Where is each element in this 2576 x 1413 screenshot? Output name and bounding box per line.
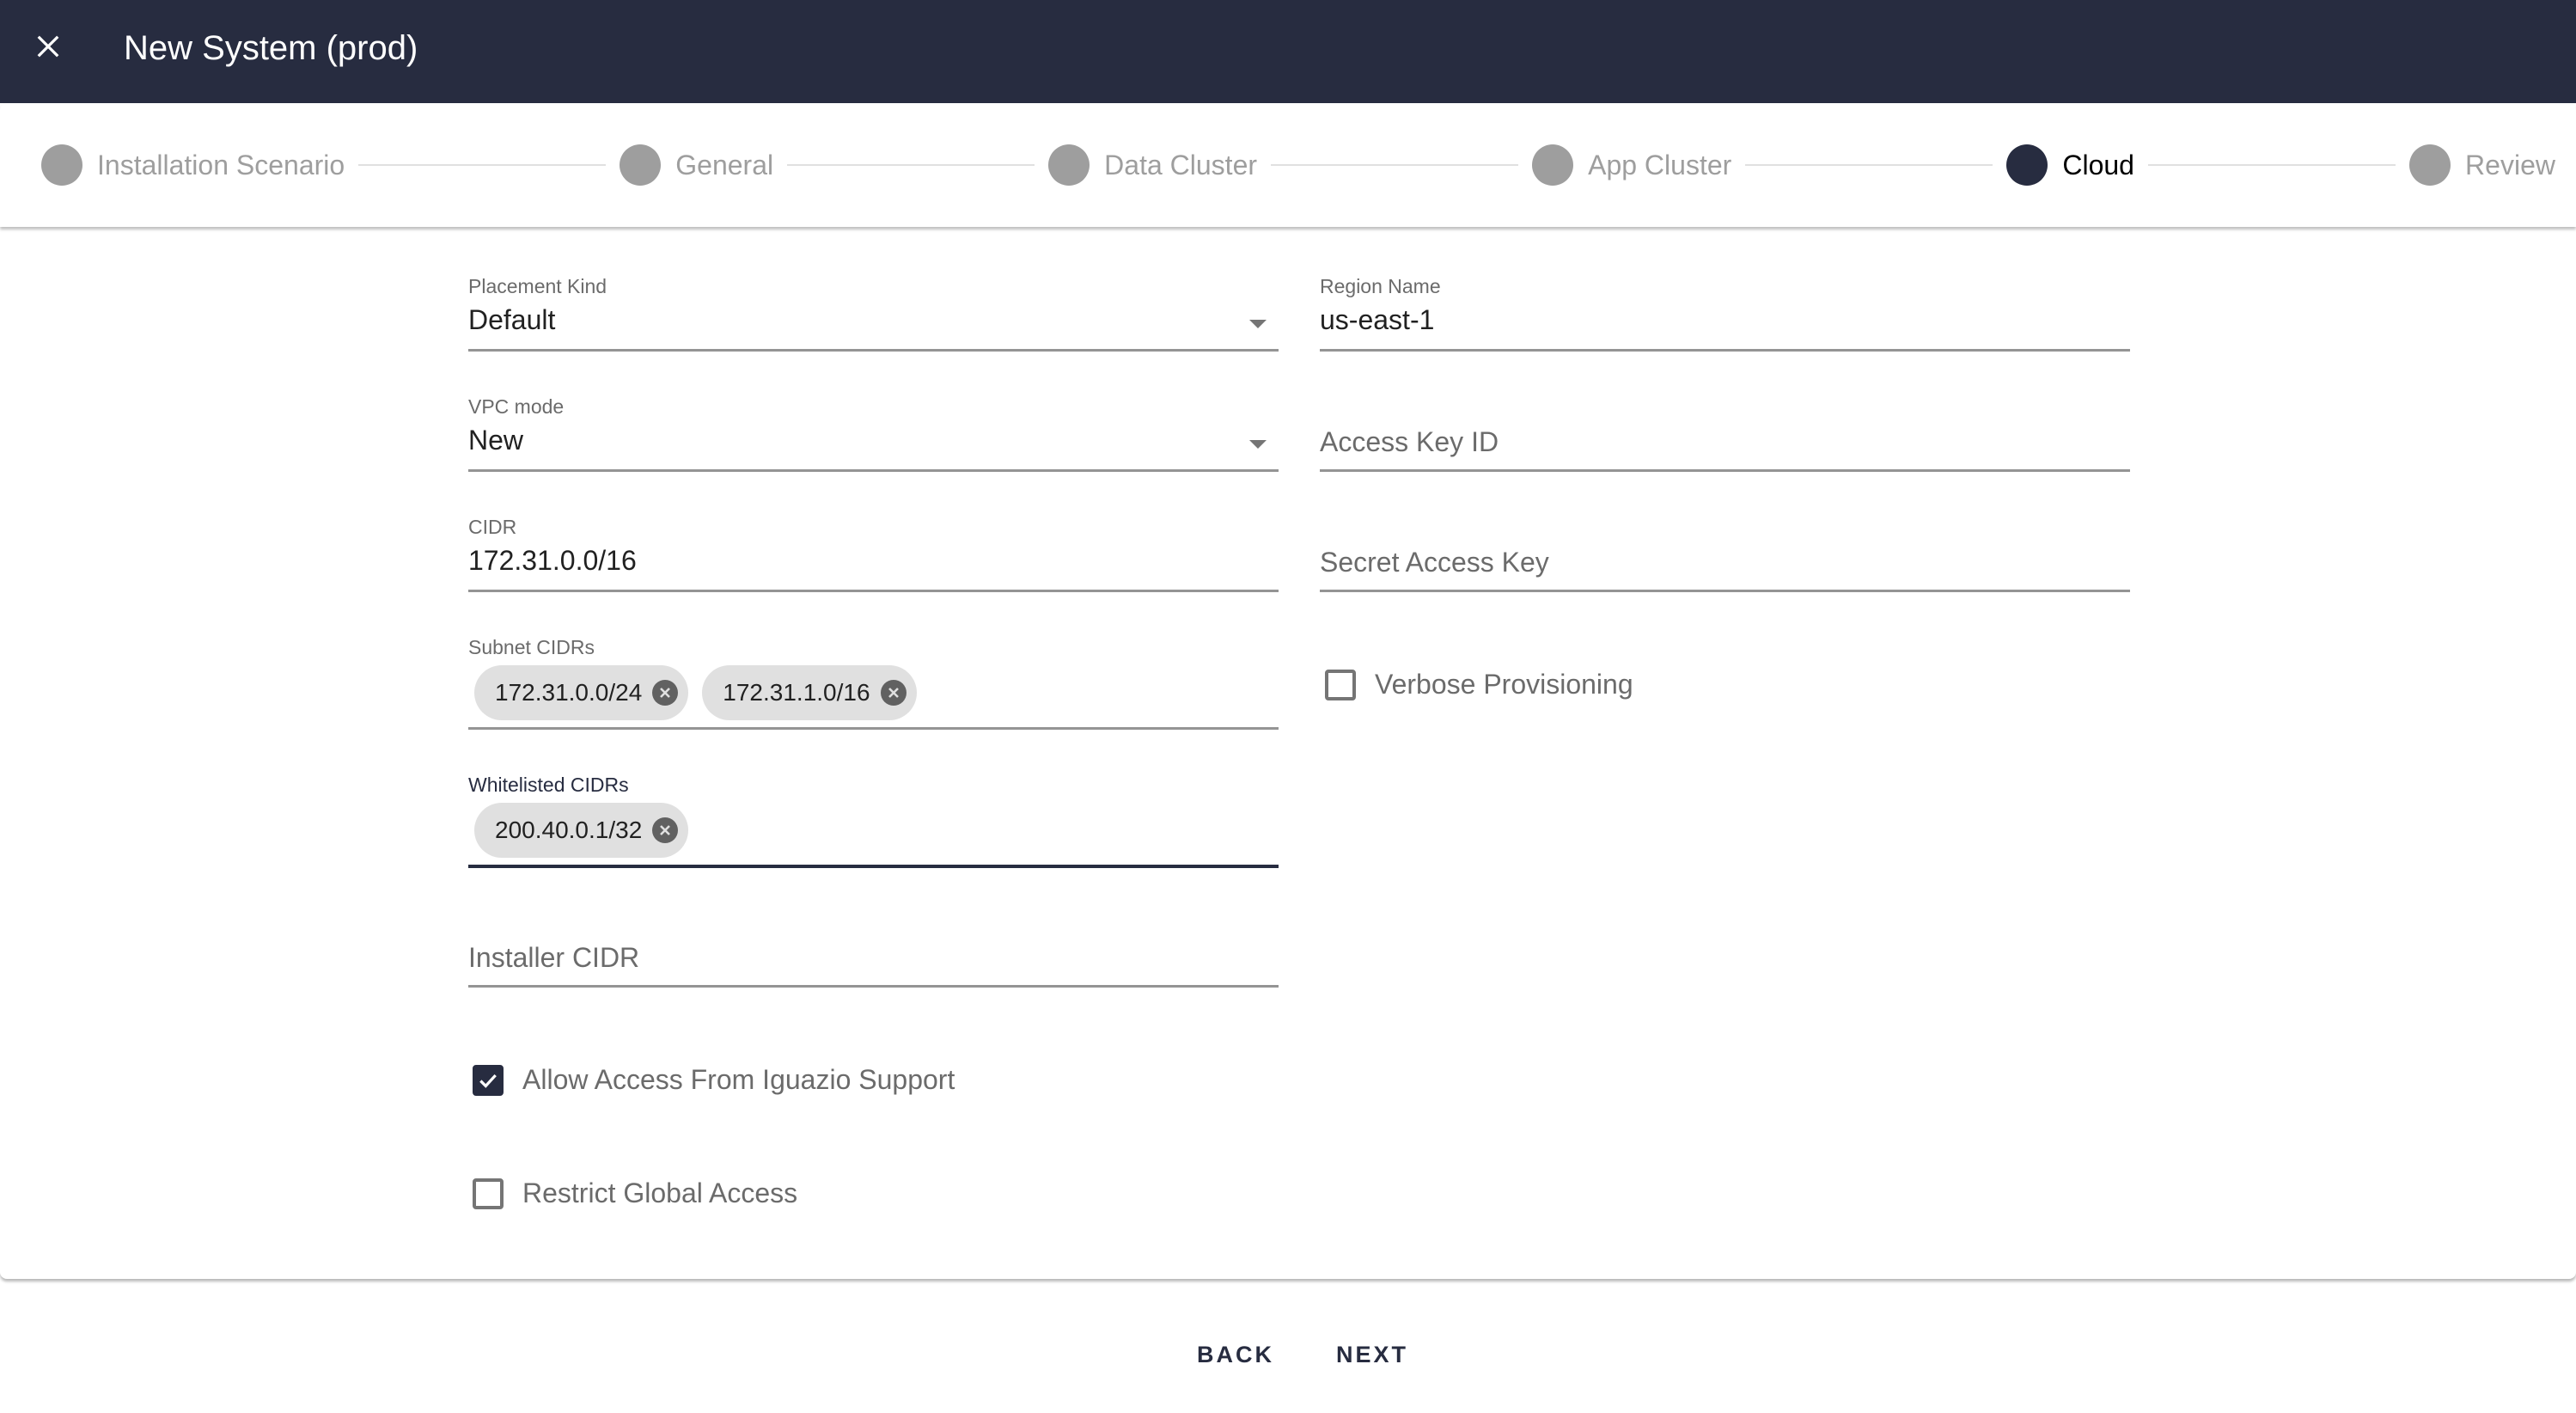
- form-card: [0, 227, 2576, 1279]
- allow-access-support-checkbox[interactable]: [473, 1064, 504, 1096]
- field-label: CIDR: [468, 516, 517, 538]
- field-label: Placement Kind: [468, 275, 607, 297]
- checkbox-label: Restrict Global Access: [522, 1178, 798, 1208]
- dropdown-arrow-icon: [1249, 320, 1267, 328]
- checkmark-icon: [479, 1074, 497, 1088]
- back-button[interactable]: BACK: [1197, 1334, 1274, 1375]
- step-indicator-icon: [2006, 144, 2048, 186]
- restrict-global-access-checkbox[interactable]: [473, 1178, 504, 1209]
- step-data-cluster[interactable]: Data Cluster: [1048, 144, 1257, 186]
- step-general[interactable]: General: [620, 144, 773, 186]
- close-button[interactable]: [24, 24, 72, 72]
- verbose-provisioning-checkbox[interactable]: [1325, 669, 1356, 700]
- field-underline: [1320, 590, 2130, 592]
- field-placeholder: Secret Access Key: [1320, 547, 1549, 578]
- subnet-cidrs-input[interactable]: Subnet CIDRs 172.31.0.0/24 172.31.1.0/16: [468, 636, 1279, 732]
- step-cloud[interactable]: Cloud: [2006, 144, 2134, 186]
- step-indicator-icon: [2409, 144, 2451, 186]
- chip-remove-icon[interactable]: [880, 680, 906, 706]
- field-underline: [468, 865, 1279, 868]
- restrict-global-access-row: Restrict Global Access: [473, 1178, 797, 1209]
- field-label: Region Name: [1320, 275, 1441, 297]
- field-underline: [468, 590, 1279, 592]
- step-indicator-icon: [620, 144, 662, 186]
- next-button[interactable]: NEXT: [1336, 1334, 1408, 1375]
- field-underline: [468, 349, 1279, 352]
- field-label: Subnet CIDRs: [468, 636, 595, 658]
- chip: 172.31.0.0/24: [474, 665, 689, 720]
- placement-kind-select[interactable]: Placement Kind Default: [468, 275, 1279, 354]
- chip: 172.31.1.0/16: [702, 665, 917, 720]
- allow-access-support-row: Allow Access From Iguazio Support: [473, 1064, 955, 1096]
- verbose-provisioning-row: Verbose Provisioning: [1325, 669, 1633, 700]
- chip-text: 200.40.0.1/32: [495, 817, 643, 843]
- step-label: Cloud: [2062, 149, 2134, 180]
- field-value: New: [468, 425, 524, 456]
- vpc-mode-select[interactable]: VPC mode New: [468, 395, 1279, 474]
- step-connector: [358, 164, 607, 166]
- chip-list: 172.31.0.0/24 172.31.1.0/16: [474, 665, 917, 720]
- access-key-id-input[interactable]: Access Key ID: [1320, 413, 2130, 474]
- field-placeholder: Access Key ID: [1320, 426, 1499, 457]
- step-connector: [1271, 164, 1519, 166]
- field-underline: [1320, 469, 2130, 472]
- field-underline: [468, 727, 1279, 730]
- checkbox-label: Allow Access From Iguazio Support: [522, 1064, 955, 1095]
- field-underline: [468, 985, 1279, 988]
- dropdown-arrow-icon: [1249, 440, 1267, 449]
- step-indicator-icon: [1532, 144, 1574, 186]
- chip-remove-icon[interactable]: [652, 817, 679, 843]
- field-underline: [468, 469, 1279, 472]
- field-value: Default: [468, 304, 556, 335]
- step-label: Installation Scenario: [97, 149, 345, 180]
- checkbox-label: Verbose Provisioning: [1375, 669, 1633, 700]
- chip-list: 200.40.0.1/32: [474, 803, 689, 858]
- field-underline: [1320, 349, 2130, 352]
- installer-cidr-input[interactable]: Installer CIDR: [468, 928, 1279, 990]
- step-indicator-icon: [1048, 144, 1090, 186]
- step-label: General: [675, 149, 774, 180]
- field-placeholder: Installer CIDR: [468, 942, 640, 973]
- step-connector: [787, 164, 1035, 166]
- cidr-input[interactable]: CIDR 172.31.0.0/16: [468, 516, 1279, 595]
- field-label: VPC mode: [468, 395, 565, 418]
- step-app-cluster[interactable]: App Cluster: [1532, 144, 1731, 186]
- region-name-input[interactable]: Region Name us-east-1: [1320, 275, 2130, 354]
- app-header: New System (prod): [0, 0, 2576, 103]
- chip-text: 172.31.1.0/16: [723, 679, 870, 706]
- chip-text: 172.31.0.0/24: [495, 679, 643, 706]
- page-title: New System (prod): [124, 29, 418, 67]
- step-label: Review: [2465, 149, 2555, 180]
- step-connector: [1745, 164, 1993, 166]
- close-icon: [35, 34, 61, 64]
- chip: 200.40.0.1/32: [474, 803, 689, 858]
- step-label: Data Cluster: [1104, 149, 1258, 180]
- wizard-stepper: Installation Scenario General Data Clust…: [0, 103, 2576, 227]
- step-review[interactable]: Review: [2409, 144, 2555, 186]
- secret-access-key-input[interactable]: Secret Access Key: [1320, 533, 2130, 595]
- chip-remove-icon[interactable]: [652, 680, 679, 706]
- step-connector: [2147, 164, 2396, 166]
- step-installation-scenario[interactable]: Installation Scenario: [41, 144, 345, 186]
- field-label: Whitelisted CIDRs: [468, 774, 629, 796]
- whitelisted-cidrs-input[interactable]: Whitelisted CIDRs 200.40.0.1/32: [468, 774, 1279, 870]
- field-value: 172.31.0.0/16: [468, 545, 637, 576]
- step-label: App Cluster: [1588, 149, 1732, 180]
- field-value: us-east-1: [1320, 304, 1435, 335]
- step-indicator-icon: [41, 144, 82, 186]
